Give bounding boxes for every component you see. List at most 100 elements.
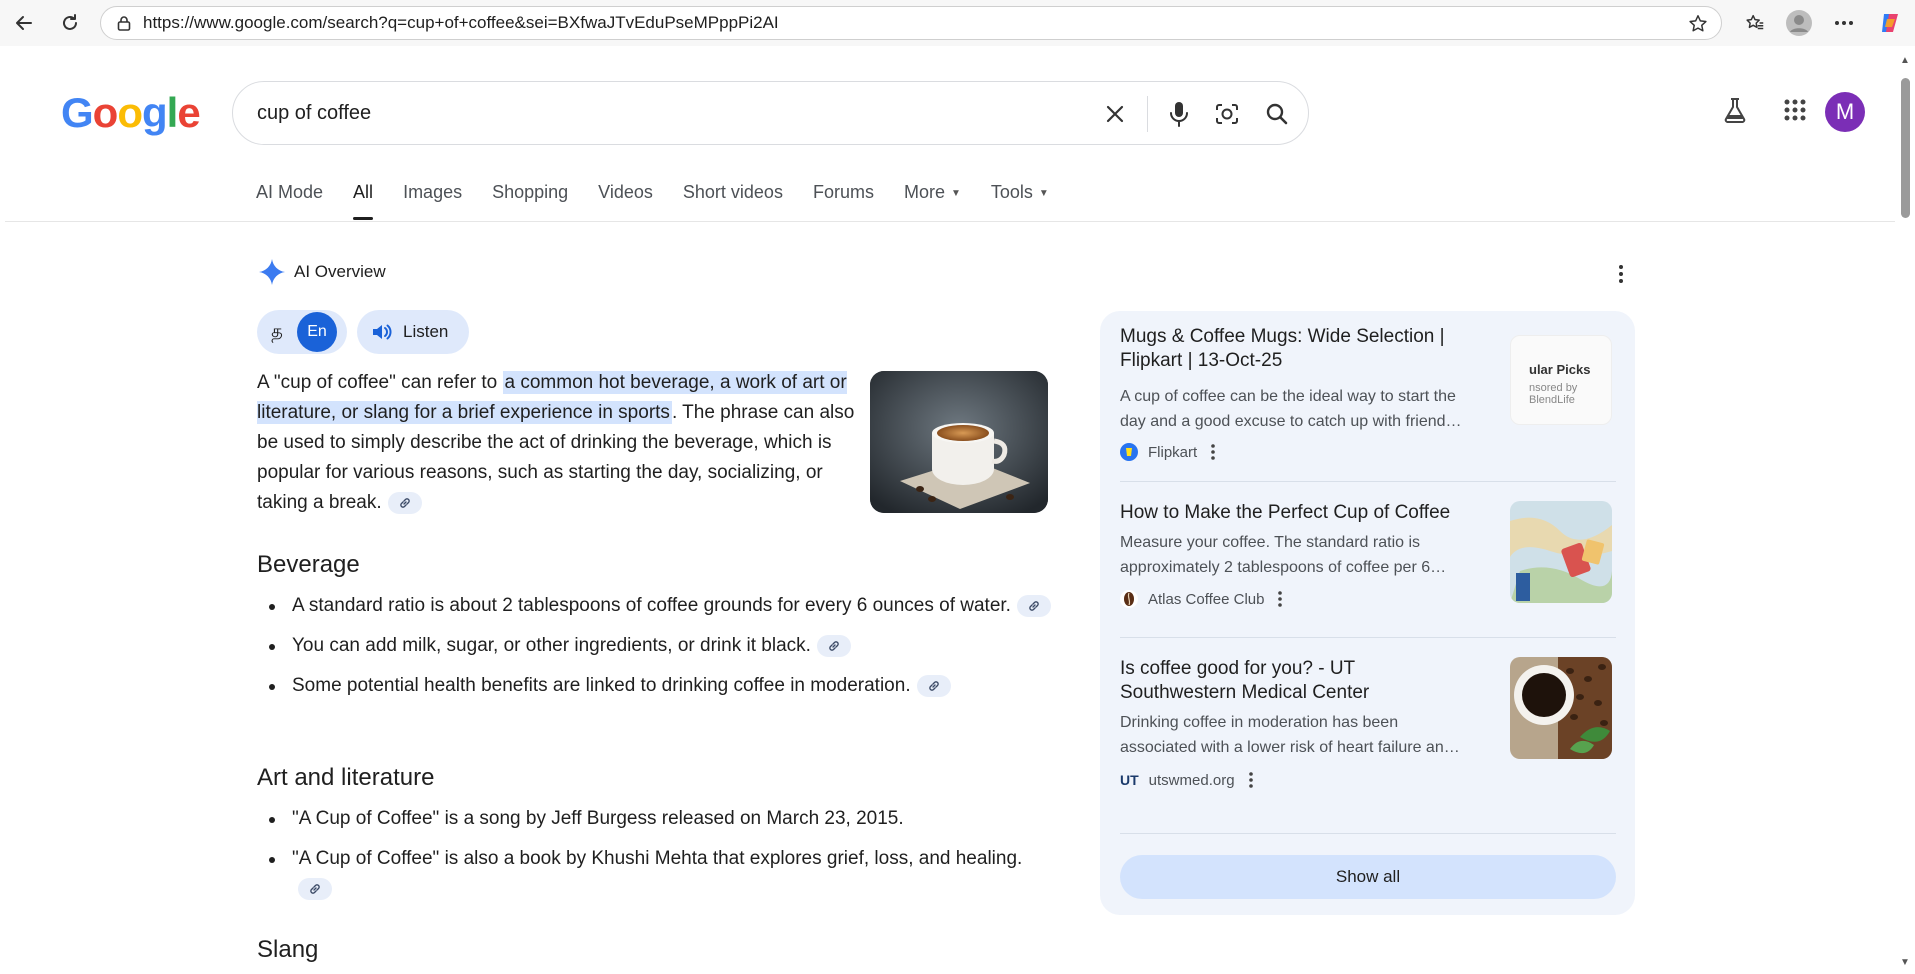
tab-label: All bbox=[353, 182, 374, 202]
tab-label: Shopping bbox=[492, 182, 569, 202]
source-menu-icon[interactable] bbox=[1211, 444, 1215, 460]
section-heading-art-literature: Art and literature bbox=[257, 764, 435, 791]
tab-label: Short videos bbox=[682, 182, 783, 202]
source-card[interactable]: Mugs & Coffee Mugs: Wide Selection | Fli… bbox=[1120, 311, 1620, 467]
labs-flask-icon[interactable] bbox=[1715, 90, 1755, 130]
favorites-icon[interactable] bbox=[1741, 9, 1769, 37]
scrollbar-thumb[interactable] bbox=[1901, 78, 1910, 218]
search-input[interactable] bbox=[257, 101, 1017, 125]
page-scrollbar[interactable]: ▲ ▼ bbox=[1895, 46, 1915, 974]
tab-images[interactable]: Images bbox=[403, 182, 462, 222]
list-item-text: "A Cup of Coffee" is a song by Jeff Burg… bbox=[292, 808, 904, 829]
source-link-icon[interactable] bbox=[916, 674, 951, 697]
list-item-text: Some potential health benefits are linke… bbox=[292, 675, 911, 696]
tab-label: Videos bbox=[598, 182, 653, 202]
source-title[interactable]: Mugs & Coffee Mugs: Wide Selection | Fli… bbox=[1120, 325, 1500, 373]
list-item-text: You can add milk, sugar, or other ingred… bbox=[292, 635, 811, 656]
tab-short-videos[interactable]: Short videos bbox=[683, 182, 783, 222]
atlas-coffee-favicon bbox=[1120, 590, 1138, 608]
source-site: Flipkart bbox=[1120, 443, 1215, 461]
google-logo[interactable]: Google bbox=[61, 89, 201, 137]
tab-videos[interactable]: Videos bbox=[598, 182, 653, 222]
source-title[interactable]: How to Make the Perfect Cup of Coffee bbox=[1120, 501, 1500, 525]
tab-shopping[interactable]: Shopping bbox=[492, 182, 568, 222]
art-literature-list: "A Cup of Coffee" is a song by Jeff Burg… bbox=[257, 804, 1057, 914]
source-thumbnail[interactable]: ular Picks nsored by BlendLife bbox=[1510, 335, 1612, 425]
source-name: Flipkart bbox=[1148, 443, 1198, 461]
camera-lens-icon[interactable] bbox=[1211, 98, 1243, 130]
logo-letter: g bbox=[141, 89, 168, 136]
logo-letter: e bbox=[177, 89, 200, 136]
microphone-icon[interactable] bbox=[1163, 98, 1195, 130]
utswmed-favicon: UT bbox=[1120, 772, 1139, 788]
scroll-down-icon[interactable]: ▼ bbox=[1899, 958, 1911, 968]
search-icon[interactable] bbox=[1261, 98, 1293, 130]
profile-icon[interactable] bbox=[1785, 9, 1813, 37]
source-name: Atlas Coffee Club bbox=[1148, 590, 1265, 608]
source-link-icon[interactable] bbox=[387, 491, 422, 514]
source-link-icon[interactable] bbox=[298, 877, 332, 900]
avatar-initial: M bbox=[1835, 99, 1855, 124]
source-snippet: Measure your coffee. The standard ratio … bbox=[1120, 534, 1421, 551]
ai-overview-menu-icon[interactable] bbox=[1611, 262, 1631, 286]
source-thumbnail[interactable] bbox=[1510, 657, 1612, 759]
source-snippet: day and a good excuse to catch up with f… bbox=[1120, 413, 1462, 430]
list-item-text: "A Cup of Coffee" is also a book by Khus… bbox=[292, 848, 1023, 869]
gemini-sparkle-icon bbox=[259, 259, 285, 285]
back-icon[interactable] bbox=[10, 9, 38, 37]
tab-label: Forums bbox=[812, 182, 874, 202]
thumbnail-text: nsored by BlendLife bbox=[1529, 382, 1578, 406]
clear-icon[interactable] bbox=[1099, 98, 1131, 130]
tab-label: Images bbox=[403, 182, 463, 202]
tabs-divider bbox=[5, 221, 1895, 222]
more-options-icon[interactable] bbox=[1830, 9, 1858, 37]
logo-letter: o bbox=[117, 89, 143, 136]
language-tamil-button[interactable]: த bbox=[257, 321, 297, 344]
tab-more[interactable]: More ▼ bbox=[904, 182, 961, 222]
speaker-icon bbox=[371, 322, 393, 342]
flipkart-favicon bbox=[1120, 443, 1138, 461]
address-bar[interactable]: https://www.google.com/search?q=cup+of+c… bbox=[100, 6, 1722, 40]
source-card[interactable]: Is coffee good for you? - UT Southwester… bbox=[1120, 637, 1620, 793]
tab-ai-mode[interactable]: AI Mode bbox=[256, 182, 323, 222]
language-toggle: த En bbox=[257, 310, 347, 354]
list-item: "A Cup of Coffee" is also a book by Khus… bbox=[257, 844, 1057, 904]
source-snippet: A cup of coffee can be the ideal way to … bbox=[1120, 388, 1456, 405]
copilot-icon[interactable] bbox=[1876, 9, 1904, 37]
account-avatar[interactable]: M bbox=[1825, 92, 1865, 132]
list-item: "A Cup of Coffee" is a song by Jeff Burg… bbox=[257, 804, 1057, 834]
source-thumbnail[interactable] bbox=[1510, 501, 1612, 603]
source-menu-icon[interactable] bbox=[1248, 772, 1253, 788]
source-snippet: Drinking coffee in moderation has been bbox=[1120, 714, 1399, 731]
tab-all[interactable]: All bbox=[353, 182, 374, 222]
url-text: https://www.google.com/search?q=cup+of+c… bbox=[143, 13, 779, 32]
apps-grid-icon[interactable] bbox=[1775, 90, 1815, 130]
ai-overview-header: AI Overview bbox=[258, 258, 386, 286]
list-item-text: A standard ratio is about 2 tablespoons … bbox=[292, 595, 1011, 616]
show-all-button[interactable]: Show all bbox=[1120, 855, 1616, 899]
source-menu-icon[interactable] bbox=[1278, 591, 1283, 607]
source-card[interactable]: How to Make the Perfect Cup of Coffee Me… bbox=[1120, 481, 1620, 637]
source-title[interactable]: Is coffee good for you? - UT Southwester… bbox=[1120, 657, 1420, 705]
tab-tools[interactable]: Tools ▼ bbox=[991, 182, 1049, 222]
search-tabs: AI Mode All Images Shopping Videos Short… bbox=[256, 182, 1079, 222]
search-divider bbox=[1147, 96, 1148, 132]
card-divider bbox=[1120, 833, 1616, 834]
coffee-cup-image[interactable] bbox=[870, 371, 1048, 513]
language-english-button[interactable]: En bbox=[297, 312, 337, 352]
favorite-star-icon[interactable] bbox=[1687, 13, 1709, 40]
source-name: utswmed.org bbox=[1148, 771, 1235, 789]
tab-forums[interactable]: Forums bbox=[813, 182, 874, 222]
section-heading-slang: Slang bbox=[257, 936, 319, 963]
ai-overview-intro: A "cup of coffee" can refer to a common … bbox=[257, 368, 867, 518]
site-info-icon[interactable] bbox=[115, 14, 133, 32]
source-link-icon[interactable] bbox=[816, 634, 851, 657]
source-link-icon[interactable] bbox=[1016, 594, 1051, 617]
reload-icon[interactable] bbox=[56, 9, 84, 37]
listen-button[interactable]: Listen bbox=[357, 310, 469, 354]
list-item: Some potential health benefits are linke… bbox=[257, 671, 1057, 701]
scroll-up-icon[interactable]: ▲ bbox=[1899, 56, 1911, 66]
tab-label: AI Mode bbox=[256, 182, 324, 202]
section-heading-beverage: Beverage bbox=[257, 551, 360, 578]
search-box bbox=[232, 81, 1309, 145]
